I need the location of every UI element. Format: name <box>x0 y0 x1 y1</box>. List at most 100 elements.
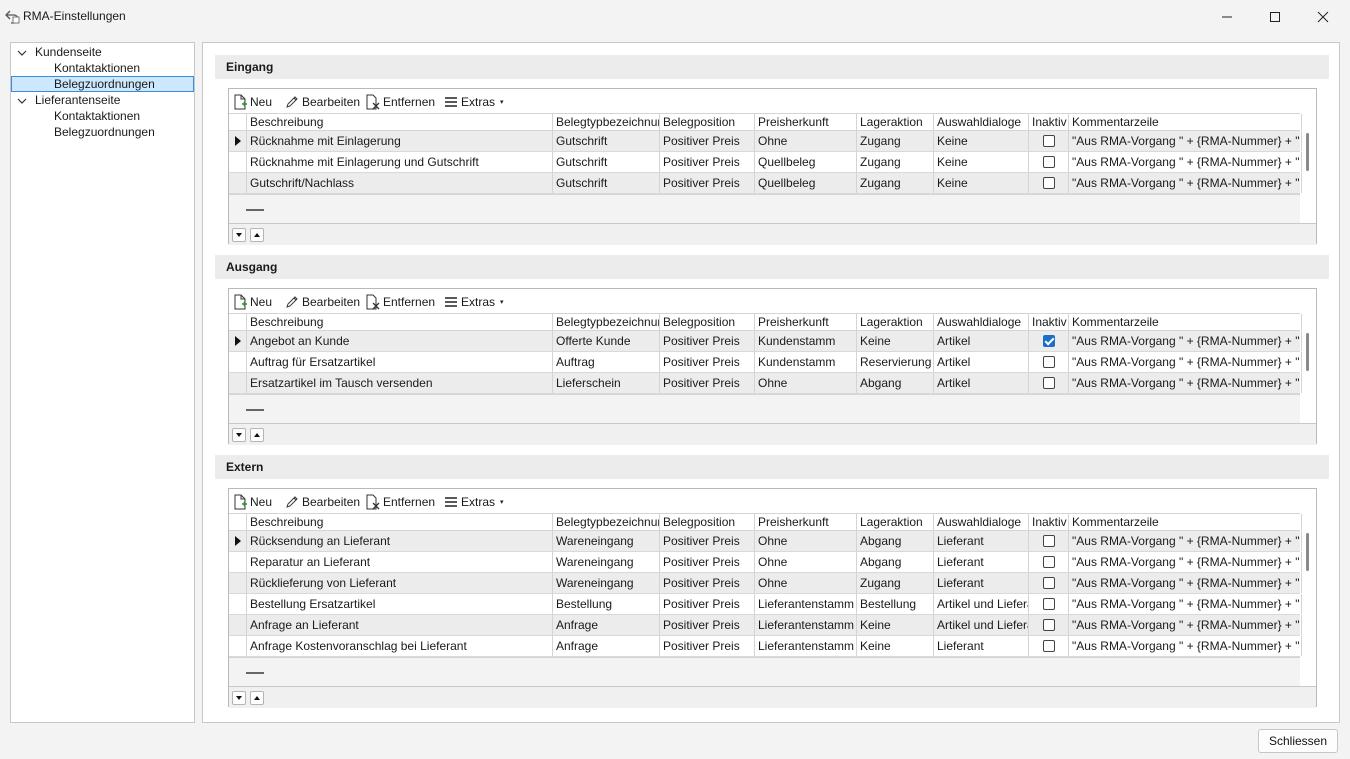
move-up-button[interactable] <box>250 228 264 242</box>
cell-inaktiv[interactable] <box>1029 152 1069 172</box>
inaktiv-checkbox[interactable] <box>1042 619 1055 631</box>
move-up-button[interactable] <box>250 428 264 442</box>
tree-item-kundenseite[interactable]: Kundenseite <box>35 44 102 60</box>
move-up-button[interactable] <box>250 691 264 705</box>
column-header-auswahldialoge[interactable]: Auswahldialoge <box>934 314 1029 330</box>
close-button[interactable]: Schliessen <box>1258 729 1338 753</box>
new-button[interactable]: Neu <box>232 293 272 310</box>
cell-inaktiv[interactable] <box>1029 131 1069 151</box>
inaktiv-checkbox[interactable] <box>1042 556 1055 568</box>
column-header-kommentarzeile[interactable]: Kommentarzeile <box>1069 514 1302 530</box>
cell-beschreibung: Angebot an Kunde <box>247 331 553 351</box>
inaktiv-checkbox[interactable] <box>1042 577 1055 589</box>
new-button[interactable]: Neu <box>232 93 272 110</box>
new-button[interactable]: Neu <box>232 493 272 510</box>
cell-inaktiv[interactable] <box>1029 373 1069 393</box>
column-header-auswahldialoge[interactable]: Auswahldialoge <box>934 514 1029 530</box>
move-down-button[interactable] <box>232 691 246 705</box>
tree-item-kundenseite-belegzuordnungen[interactable]: Belegzuordnungen <box>11 76 194 92</box>
close-window-button[interactable] <box>1300 0 1346 34</box>
inaktiv-checkbox[interactable] <box>1042 535 1055 547</box>
column-header-belegtypbezeichnung[interactable]: Belegtypbezeichnung <box>553 514 660 530</box>
remove-button[interactable]: Entfernen <box>365 493 435 510</box>
table-row[interactable]: Rücklieferung von Lieferant Wareneingang P… <box>229 573 1302 594</box>
cell-inaktiv[interactable] <box>1029 531 1069 551</box>
column-header-belegposition[interactable]: Belegposition <box>660 514 755 530</box>
cell-inaktiv[interactable] <box>1029 573 1069 593</box>
cell-inaktiv[interactable] <box>1029 636 1069 656</box>
table-row[interactable]: Reparatur an Lieferant Wareneingang Positi… <box>229 552 1302 573</box>
horizontal-scrollbar[interactable] <box>246 409 264 411</box>
extras-menu-button[interactable]: Extras ▾ <box>443 293 504 310</box>
chevron-down-icon[interactable] <box>17 47 27 57</box>
column-header-auswahldialoge[interactable]: Auswahldialoge <box>934 114 1029 130</box>
extras-menu-button[interactable]: Extras ▾ <box>443 493 504 510</box>
table-row[interactable]: Gutschrift/Nachlass Gutschrift Positiver P… <box>229 173 1302 194</box>
move-down-button[interactable] <box>232 428 246 442</box>
chevron-down-icon[interactable] <box>17 95 27 105</box>
column-header-lageraktion[interactable]: Lageraktion <box>857 114 934 130</box>
horizontal-scrollbar[interactable] <box>246 209 264 211</box>
cell-inaktiv[interactable] <box>1029 173 1069 193</box>
edit-button[interactable]: Bearbeiten <box>284 293 360 310</box>
cell-inaktiv[interactable] <box>1029 594 1069 614</box>
column-header-beschreibung[interactable]: Beschreibung <box>247 114 553 130</box>
vertical-scrollbar[interactable] <box>1306 133 1309 171</box>
edit-button[interactable]: Bearbeiten <box>284 493 360 510</box>
row-selector <box>229 594 247 614</box>
column-header-inaktiv[interactable]: Inaktiv <box>1029 314 1069 330</box>
inaktiv-checkbox[interactable] <box>1042 135 1055 147</box>
remove-button[interactable]: Entfernen <box>365 93 435 110</box>
cell-inaktiv[interactable] <box>1029 552 1069 572</box>
cell-inaktiv[interactable] <box>1029 331 1069 351</box>
inaktiv-checkbox[interactable] <box>1042 598 1055 610</box>
table-row[interactable]: Rücksendung an Lieferant Wareneingang Posi… <box>229 531 1302 552</box>
cell-inaktiv[interactable] <box>1029 352 1069 372</box>
table-row[interactable]: Anfrage Kostenvoranschlag bei Lieferant A… <box>229 636 1302 657</box>
horizontal-scrollbar[interactable] <box>246 672 264 674</box>
inaktiv-checkbox[interactable] <box>1042 377 1055 389</box>
column-header-belegtypbezeichnung[interactable]: Belegtypbezeichnung <box>553 314 660 330</box>
column-header-preisherkunft[interactable]: Preisherkunft <box>755 514 857 530</box>
extras-menu-button[interactable]: Extras ▾ <box>443 93 504 110</box>
column-header-belegposition[interactable]: Belegposition <box>660 114 755 130</box>
vertical-scrollbar[interactable] <box>1306 533 1309 571</box>
inaktiv-checkbox[interactable] <box>1042 356 1055 368</box>
inaktiv-checkbox[interactable] <box>1042 640 1055 652</box>
tree-item-lieferantenseite-belegzuordnungen[interactable]: Belegzuordnungen <box>54 124 155 140</box>
column-header-belegtypbezeichnung[interactable]: Belegtypbezeichnung <box>553 114 660 130</box>
column-header-kommentarzeile[interactable]: Kommentarzeile <box>1069 314 1302 330</box>
column-header-inaktiv[interactable]: Inaktiv <box>1029 114 1069 130</box>
tree-item-kundenseite-kontaktaktionen[interactable]: Kontaktaktionen <box>54 60 140 76</box>
column-header-beschreibung[interactable]: Beschreibung <box>247 514 553 530</box>
maximize-button[interactable] <box>1252 0 1298 34</box>
column-header-lageraktion[interactable]: Lageraktion <box>857 514 934 530</box>
move-down-button[interactable] <box>232 228 246 242</box>
maximize-icon <box>1270 12 1280 22</box>
table-row[interactable]: Angebot an Kunde Offerte Kunde Positiver P… <box>229 331 1302 352</box>
column-header-lageraktion[interactable]: Lageraktion <box>857 314 934 330</box>
table-row[interactable]: Anfrage an Lieferant Anfrage Positiver Pre… <box>229 615 1302 636</box>
table-row[interactable]: Ersatzartikel im Tausch versenden Liefers… <box>229 373 1302 394</box>
grid-header-row: Beschreibung Belegtypbezeichnung Belegposi… <box>229 113 1302 131</box>
cell-inaktiv[interactable] <box>1029 615 1069 635</box>
tree-item-lieferantenseite-kontaktaktionen[interactable]: Kontaktaktionen <box>54 108 140 124</box>
column-header-belegposition[interactable]: Belegposition <box>660 314 755 330</box>
inaktiv-checkbox[interactable] <box>1042 335 1055 347</box>
column-header-kommentarzeile[interactable]: Kommentarzeile <box>1069 114 1302 130</box>
vertical-scrollbar[interactable] <box>1306 333 1309 371</box>
edit-button[interactable]: Bearbeiten <box>284 93 360 110</box>
minimize-button[interactable] <box>1204 0 1250 34</box>
column-header-preisherkunft[interactable]: Preisherkunft <box>755 114 857 130</box>
table-row[interactable]: Rücknahme mit Einlagerung Gutschrift Posit… <box>229 131 1302 152</box>
table-row[interactable]: Rücknahme mit Einlagerung und Gutschrift… <box>229 152 1302 173</box>
tree-item-lieferantenseite[interactable]: Lieferantenseite <box>35 92 120 108</box>
table-row[interactable]: Auftrag für Ersatzartikel Auftrag Positive… <box>229 352 1302 373</box>
column-header-preisherkunft[interactable]: Preisherkunft <box>755 314 857 330</box>
table-row[interactable]: Bestellung Ersatzartikel Bestellung Positi… <box>229 594 1302 615</box>
inaktiv-checkbox[interactable] <box>1042 177 1055 189</box>
remove-button[interactable]: Entfernen <box>365 293 435 310</box>
column-header-inaktiv[interactable]: Inaktiv <box>1029 514 1069 530</box>
column-header-beschreibung[interactable]: Beschreibung <box>247 314 553 330</box>
inaktiv-checkbox[interactable] <box>1042 156 1055 168</box>
